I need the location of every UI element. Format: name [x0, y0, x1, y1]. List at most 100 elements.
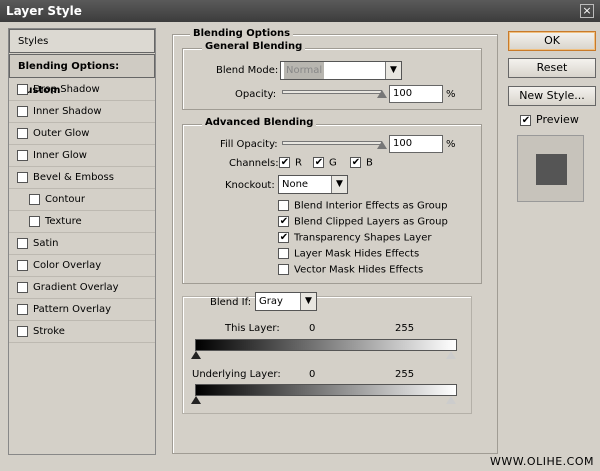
channel-b[interactable]: B [350, 157, 373, 169]
blend-mode-select[interactable]: Normal ▼ [280, 61, 402, 80]
sidebar-item-gradient-overlay[interactable]: Gradient Overlay [9, 277, 155, 299]
blend-if-value: Gray [259, 296, 283, 307]
underlying-layer-label: Underlying Layer: [192, 369, 281, 380]
this-layer-gradient [195, 339, 457, 351]
sidebar-item-label: Drop Shadow [33, 84, 100, 95]
new-style-button[interactable]: New Style... [508, 86, 596, 106]
knockout-value: None [282, 179, 309, 190]
knockout-select[interactable]: None ▼ [278, 175, 348, 194]
option-checkbox[interactable] [278, 264, 289, 275]
channel-g[interactable]: G [313, 157, 337, 169]
sidebar-checkbox[interactable] [17, 171, 28, 183]
sidebar-checkbox[interactable] [17, 325, 28, 337]
opacity-unit: % [446, 89, 456, 100]
sidebar-checkbox[interactable] [29, 193, 40, 205]
option-blend-interior-effects-as-group[interactable]: Blend Interior Effects as Group [278, 200, 447, 212]
sidebar-item-inner-glow[interactable]: Inner Glow [9, 145, 155, 167]
channel-r[interactable]: R [279, 157, 302, 169]
option-label: Blend Clipped Layers as Group [294, 216, 448, 228]
sidebar-item-pattern-overlay[interactable]: Pattern Overlay [9, 299, 155, 321]
fill-opacity-input[interactable]: 100 [389, 135, 443, 153]
sidebar-item-label: Texture [45, 216, 82, 227]
channel-b-label: B [366, 157, 373, 169]
preview-label: Preview [536, 113, 579, 126]
underlying-black-thumb[interactable] [191, 396, 201, 404]
ok-button[interactable]: OK [508, 31, 596, 51]
option-vector-mask-hides-effects[interactable]: Vector Mask Hides Effects [278, 264, 423, 276]
preview-toggle[interactable]: Preview [520, 113, 579, 126]
sidebar-item-texture[interactable]: Texture [9, 211, 155, 233]
this-layer-min: 0 [309, 323, 316, 334]
sidebar-item-label: Color Overlay [33, 260, 102, 271]
title-bar: Layer Style × [0, 0, 600, 22]
sidebar-checkbox[interactable] [17, 281, 28, 293]
reset-button[interactable]: Reset [508, 58, 596, 78]
sidebar-item-drop-shadow[interactable]: Drop Shadow [9, 79, 155, 101]
blend-mode-value: Normal [284, 62, 325, 79]
option-checkbox[interactable] [278, 232, 289, 243]
underlying-max: 255 [395, 369, 415, 380]
channels-label: Channels: [229, 158, 279, 169]
sidebar-checkbox[interactable] [29, 215, 40, 227]
sidebar-item-label: Inner Glow [33, 150, 87, 161]
fill-opacity-slider-thumb[interactable] [377, 141, 387, 149]
sidebar-item-satin[interactable]: Satin [9, 233, 155, 255]
sidebar-checkbox[interactable] [17, 83, 28, 95]
sidebar-item-outer-glow[interactable]: Outer Glow [9, 123, 155, 145]
opacity-label: Opacity: [235, 89, 277, 100]
preview-checkbox[interactable] [520, 114, 531, 126]
this-layer-max: 255 [395, 323, 415, 334]
option-layer-mask-hides-effects[interactable]: Layer Mask Hides Effects [278, 248, 419, 260]
sidebar-checkbox[interactable] [17, 149, 28, 161]
sidebar-item-label: Inner Shadow [33, 106, 102, 117]
opacity-slider-thumb[interactable] [377, 90, 387, 98]
underlying-min: 0 [309, 369, 316, 380]
chevron-down-icon: ▼ [300, 293, 316, 310]
sidebar-checkbox[interactable] [17, 127, 28, 139]
fill-opacity-slider[interactable] [282, 141, 382, 145]
option-checkbox[interactable] [278, 248, 289, 259]
option-blend-clipped-layers-as-group[interactable]: Blend Clipped Layers as Group [278, 216, 448, 228]
underlying-layer-gradient [195, 384, 457, 396]
sidebar-item-label: Satin [33, 238, 59, 249]
sidebar-checkbox[interactable] [17, 303, 28, 315]
channel-b-checkbox[interactable] [350, 157, 361, 168]
advanced-blending-title: Advanced Blending [202, 117, 317, 128]
option-checkbox[interactable] [278, 216, 289, 227]
sidebar-item-contour[interactable]: Contour [9, 189, 155, 211]
sidebar-item-color-overlay[interactable]: Color Overlay [9, 255, 155, 277]
sidebar-item-inner-shadow[interactable]: Inner Shadow [9, 101, 155, 123]
blend-if-group [182, 296, 472, 414]
blending-options-title: Blending Options [190, 28, 294, 39]
underlying-white-thumb[interactable] [446, 396, 456, 404]
channel-r-label: R [295, 157, 302, 169]
option-transparency-shapes-layer[interactable]: Transparency Shapes Layer [278, 232, 431, 244]
option-checkbox[interactable] [278, 200, 289, 211]
sidebar-item-blending-options[interactable]: Blending Options: Custom [9, 54, 155, 96]
option-label: Blend Interior Effects as Group [294, 200, 448, 212]
option-label: Vector Mask Hides Effects [294, 264, 424, 276]
this-layer-label: This Layer: [225, 323, 280, 334]
sidebar-checkbox[interactable] [17, 237, 28, 249]
option-label: Transparency Shapes Layer [294, 232, 432, 244]
channel-g-checkbox[interactable] [313, 157, 324, 168]
this-layer-black-thumb[interactable] [191, 351, 201, 359]
opacity-slider[interactable] [282, 90, 382, 94]
blend-mode-label: Blend Mode: [216, 65, 279, 76]
channel-g-label: G [329, 157, 337, 169]
sidebar-checkbox[interactable] [17, 259, 28, 271]
channel-r-checkbox[interactable] [279, 157, 290, 168]
sidebar-item-label: Outer Glow [33, 128, 90, 139]
sidebar-item-stroke[interactable]: Stroke [9, 321, 155, 343]
sidebar-item-bevel-emboss[interactable]: Bevel & Emboss [9, 167, 155, 189]
this-layer-white-thumb[interactable] [446, 351, 456, 359]
blend-if-select[interactable]: Gray ▼ [255, 292, 317, 311]
general-blending-title: General Blending [202, 41, 306, 52]
sidebar-item-label: Pattern Overlay [33, 304, 112, 315]
option-label: Layer Mask Hides Effects [294, 248, 420, 260]
close-icon[interactable]: × [580, 4, 594, 18]
opacity-input[interactable]: 100 [389, 85, 443, 103]
styles-header[interactable]: Styles [9, 29, 155, 53]
sidebar-checkbox[interactable] [17, 105, 28, 117]
preview-shape [536, 154, 567, 185]
